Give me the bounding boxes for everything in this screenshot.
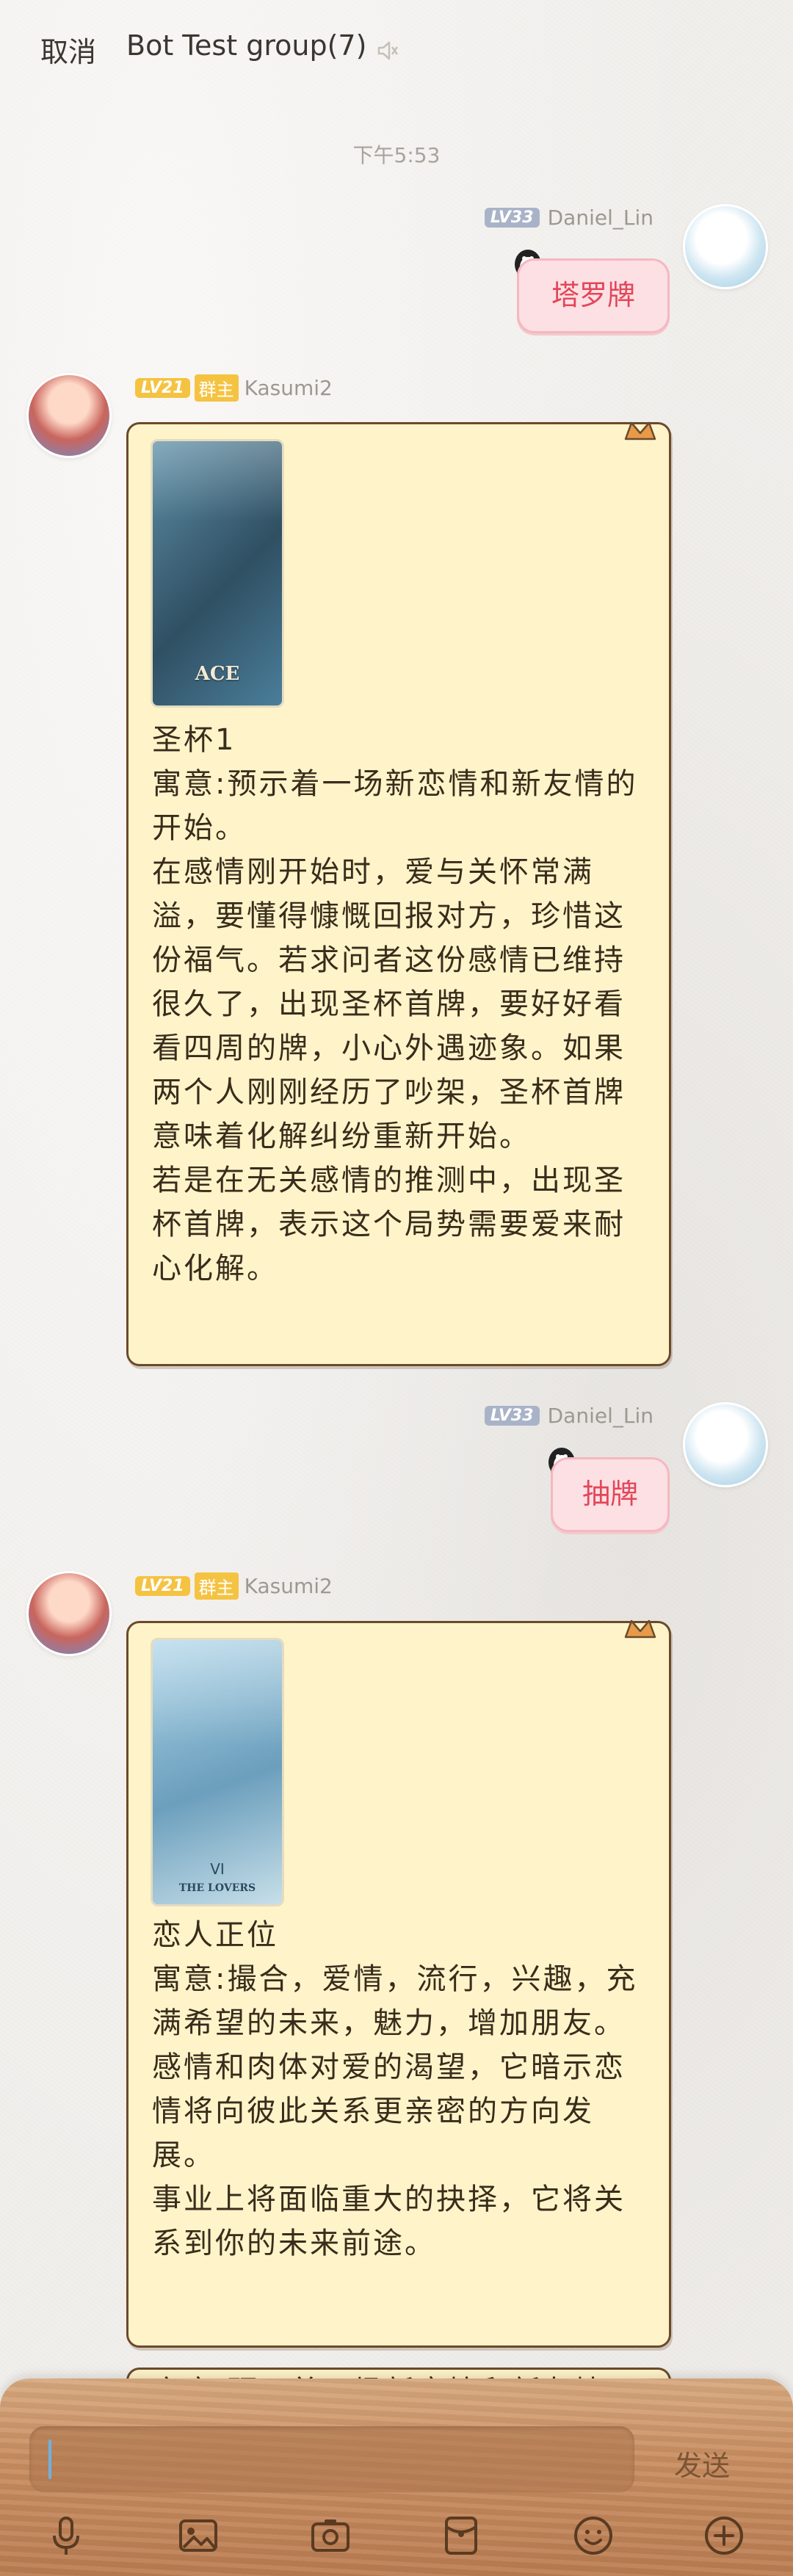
owner-badge: 群主 [194,1572,239,1600]
sender-name[interactable]: Kasumi2 [245,376,333,400]
owner-badge: 群主 [194,374,239,402]
level-badge: LV21 [135,378,190,398]
avatar-daniel-lin[interactable] [683,1402,768,1487]
level-badge: LV33 [484,208,540,228]
tarot-card-caption: ACE [195,663,240,685]
sender-name[interactable]: Daniel_Lin [548,206,653,230]
message-bubble-card[interactable]: VI THE LOVERS 恋人正位 寓意:撮合，爱情，流行，兴趣，充满希望的未… [126,1621,671,2348]
red-packet-icon[interactable] [438,2512,485,2559]
sender-name[interactable]: Kasumi2 [245,1574,333,1598]
cat-ear-decoration-icon [624,1619,656,1639]
avatar-daniel-lin[interactable] [683,204,768,289]
message-timestamp: 下午5:53 [352,143,441,167]
send-button[interactable]: 发送 [674,2443,730,2484]
tarot-card-caption: THE LOVERS [178,1882,256,1894]
camera-icon[interactable] [307,2512,354,2559]
message-bubble-sent[interactable]: 塔罗牌 [517,258,670,333]
level-badge: LV21 [135,1576,190,1596]
avatar-kasumi2[interactable] [26,1571,112,1656]
message-text: 圣杯1 寓意:预示着一场新恋情和新友情的开始。 在感情刚开始时，爱与关怀常满溢，… [152,723,638,1285]
sender-info: LV33 Daniel_Lin [484,1404,653,1428]
level-badge: LV33 [484,1406,540,1426]
tarot-card-number: VI [210,1860,225,1878]
sender-name[interactable]: Daniel_Lin [548,1404,653,1428]
image-icon[interactable] [175,2512,222,2559]
message-text: 恋人正位 寓意:撮合，爱情，流行，兴趣，充满希望的未来，魅力，增加朋友。 感情和… [152,1918,638,2260]
avatar-kasumi2[interactable] [26,373,112,458]
message-bubble-card[interactable]: ACE 圣杯1 寓意:预示着一场新恋情和新友情的开始。 在感情刚开始时，爱与关怀… [126,422,671,1366]
sender-info: LV33 Daniel_Lin [484,206,653,230]
mute-icon [377,41,399,60]
cat-ear-decoration-icon [624,421,656,440]
cancel-button[interactable]: 取消 [40,29,96,70]
sender-info: LV21 群主 Kasumi2 [135,374,333,402]
tarot-card-image[interactable]: ACE [151,439,284,708]
text-cursor [48,2439,51,2479]
message-input[interactable] [29,2426,634,2492]
sender-info: LV21 群主 Kasumi2 [135,1572,333,1600]
plus-icon[interactable] [700,2512,747,2559]
chat-title: Bot Test group(7) [126,29,367,62]
emoji-icon[interactable] [570,2512,617,2559]
input-toolbar: 发送 [0,2379,793,2576]
message-bubble-sent[interactable]: 抽牌 [551,1457,670,1532]
microphone-icon[interactable] [43,2512,90,2559]
tarot-card-image[interactable]: VI THE LOVERS [151,1638,284,1906]
